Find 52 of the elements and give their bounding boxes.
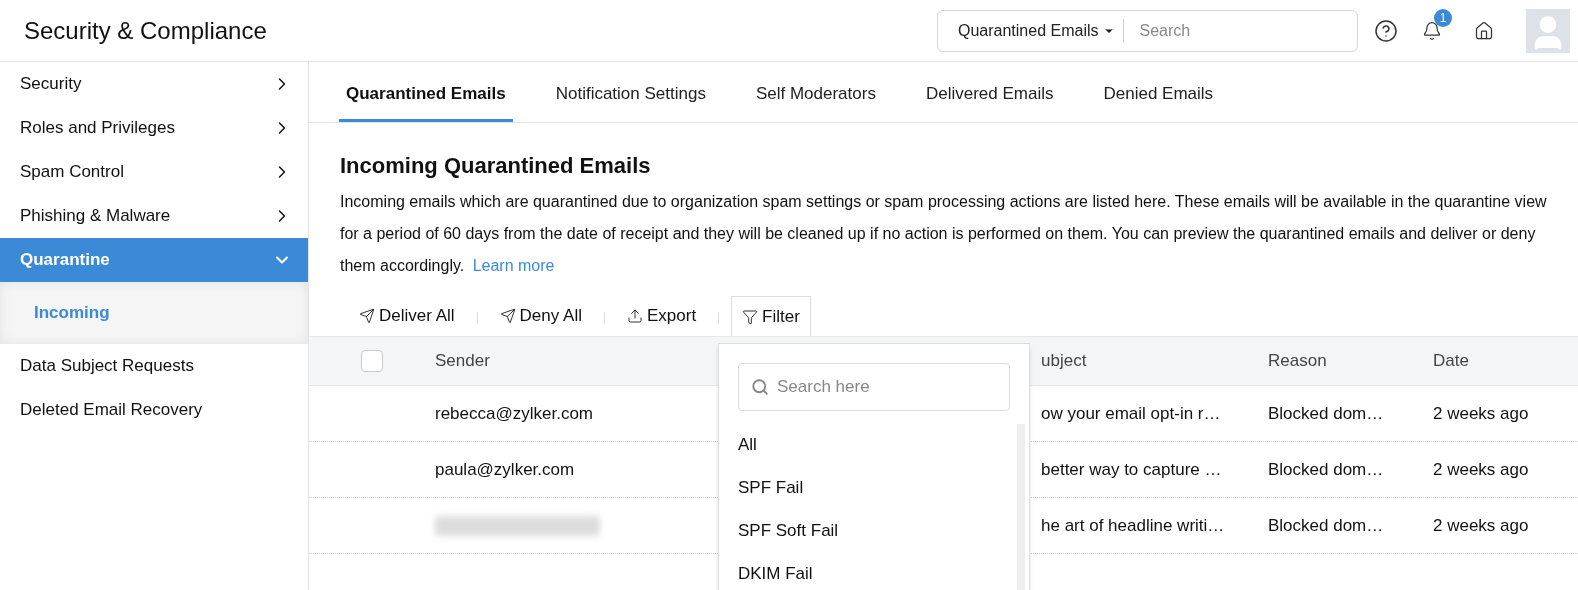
tab[interactable]: Notification Settings [548,68,713,122]
filter-option[interactable]: SPF Soft Fail [738,509,1010,552]
section-heading: Incoming Quarantined Emails [340,152,652,180]
reason-cell-text: Blocked dom… [1268,402,1385,425]
filter-search-input[interactable]: Search here [777,374,997,400]
export-icon [626,308,643,324]
column-header[interactable]: Date [1433,348,1563,374]
help-icon[interactable] [1374,18,1398,43]
sidebar-item[interactable]: Spam Control [0,150,308,194]
paper-plane-icon [359,308,375,324]
reason-cell-text: Blocked dom… [1268,514,1385,537]
subject-cell-text: ow your email opt-in r… [1041,402,1222,425]
date-cell-text: 2 weeks ago [1433,458,1530,481]
sidebar-item[interactable]: Deleted Email Recovery [0,388,308,432]
sidebar-item[interactable]: Security [0,62,308,106]
search-bar[interactable]: Quarantined Emails Search [937,9,1358,52]
app-title: Security & Compliance [24,15,267,46]
subject-cell-text: better way to capture … [1041,458,1223,481]
search-field[interactable]: Search [1139,18,1347,43]
scope-dropdown[interactable]: Quarantined Emails [958,18,1124,43]
toolbar-button[interactable]: Deliver All [349,296,465,336]
filter-option[interactable]: SPF Fail [738,466,1010,509]
learn-more-link[interactable]: Learn more [472,257,555,274]
sidebar-item[interactable]: Data Subject Requests [0,344,308,388]
home-icon[interactable] [1474,20,1494,41]
toolbar-button[interactable]: Filter [731,296,811,336]
tab[interactable]: Delivered Emails [918,68,1061,122]
reason-cell-text: Blocked dom… [1268,458,1385,481]
sender-cell: paula@zylker.com [435,459,575,479]
subject-cell-text: he art of headline writi… [1041,514,1226,537]
toolbar-button[interactable]: Export [616,296,707,336]
toolbar-button[interactable]: Deny All [489,296,592,336]
column-header[interactable]: ubject [1041,348,1268,374]
filter-option[interactable]: All [738,423,1010,466]
sidebar-item[interactable]: Phishing & Malware [0,194,308,238]
date-cell-text: 2 weeks ago [1433,402,1530,425]
filter-search-field[interactable]: Search here [738,363,1010,411]
filter-icon [742,308,759,325]
description: Incoming emails which are quarantined due to organization spam settings or spam processing actions are listed here. These emails will be available in the quarantine view for a period of 60 days from the date of receipt and they will be cleaned up if no action is performed on them. You can preview the quarantined emails and deliver or deny them accordingly. Learn more [340,192,1548,276]
notification-badge: 1 [1434,8,1452,27]
date-cell-text: 2 weeks ago [1433,514,1530,537]
sidebar-item[interactable]: Quarantine [0,238,308,282]
tab[interactable]: Denied Emails [1096,68,1221,122]
tab[interactable]: Self Moderators [748,68,883,122]
bell-icon[interactable] [1422,20,1442,41]
sidebar-item[interactable]: Roles and Privileges [0,106,308,150]
filter-option[interactable]: DKIM Fail [738,552,1010,590]
column-header[interactable]: Reason [1268,348,1433,374]
search-icon [751,378,769,396]
select-all-checkbox[interactable] [361,350,383,372]
sender-cell: rebecca@zylker.com [435,403,594,423]
tab[interactable]: Quarantined Emails [339,68,513,122]
